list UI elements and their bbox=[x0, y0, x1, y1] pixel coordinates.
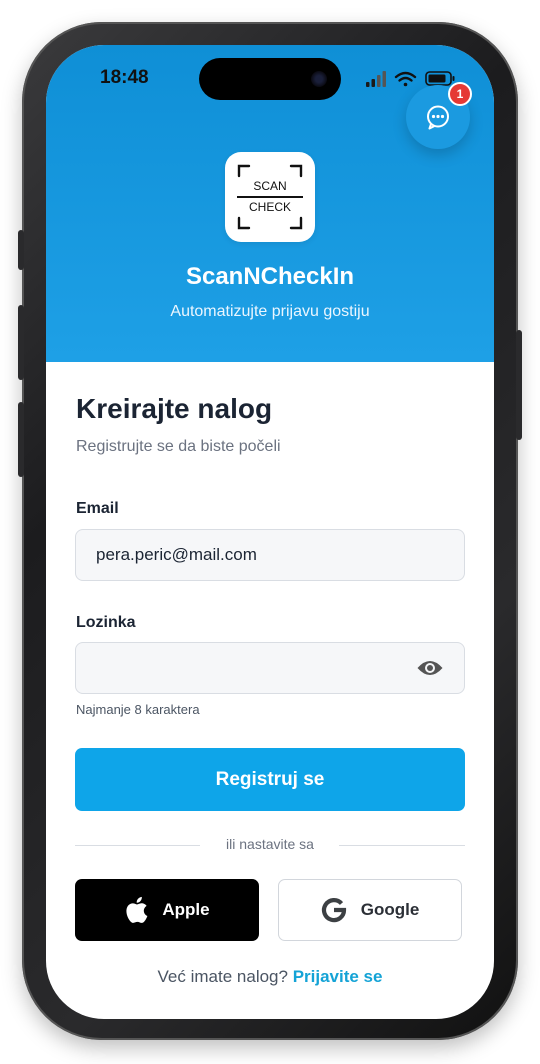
apple-icon bbox=[126, 896, 148, 923]
signin-prompt: Već imate nalog? Prijavite se bbox=[46, 967, 494, 987]
signal-icon bbox=[366, 71, 386, 87]
signin-link[interactable]: Prijavite se bbox=[293, 967, 383, 986]
notification-badge: 1 bbox=[448, 82, 472, 106]
battery-icon bbox=[425, 71, 455, 86]
app-logo: SCAN CHECK bbox=[225, 152, 315, 242]
header-banner: 18:48 1 SCAN CHECK ScanNCheckIn Automati… bbox=[46, 45, 494, 362]
status-time: 18:48 bbox=[100, 67, 149, 88]
password-label: Lozinka bbox=[76, 614, 136, 631]
email-field[interactable] bbox=[75, 529, 465, 581]
password-field[interactable] bbox=[75, 642, 465, 694]
password-hint: Najmanje 8 karaktera bbox=[76, 702, 200, 717]
logo-text-top: SCAN bbox=[253, 179, 286, 193]
divider-text: ili nastavite sa bbox=[226, 836, 314, 852]
eye-icon bbox=[417, 661, 443, 675]
volume-down-button bbox=[18, 402, 24, 477]
page-subtitle: Registrujte se da biste počeli bbox=[76, 438, 281, 455]
footer-text: Već imate nalog? bbox=[157, 967, 288, 986]
google-icon bbox=[321, 898, 346, 923]
volume-up-button bbox=[18, 305, 24, 380]
register-button[interactable]: Registruj se bbox=[75, 748, 465, 811]
apple-label: Apple bbox=[162, 900, 210, 919]
divider-line-right bbox=[339, 845, 465, 846]
logo-text-bottom: CHECK bbox=[249, 200, 291, 214]
power-button bbox=[516, 330, 522, 440]
camera-icon bbox=[311, 71, 327, 87]
show-password-toggle[interactable] bbox=[415, 657, 445, 679]
wifi-icon bbox=[394, 71, 417, 87]
page-title: Kreirajte nalog bbox=[76, 393, 273, 424]
dynamic-island bbox=[199, 58, 341, 100]
apple-signin-button[interactable]: Apple bbox=[75, 879, 259, 941]
action-button bbox=[18, 230, 24, 270]
app-tagline: Automatizujte prijavu gostiju bbox=[170, 303, 370, 320]
app-name: ScanNCheckIn bbox=[185, 263, 355, 290]
google-signin-button[interactable]: Google bbox=[278, 879, 462, 941]
email-label: Email bbox=[76, 500, 119, 517]
google-label: Google bbox=[360, 900, 420, 919]
screen: 18:48 1 SCAN CHECK ScanNCheckIn Automati… bbox=[46, 45, 494, 1019]
chat-bubble-icon bbox=[427, 105, 449, 130]
